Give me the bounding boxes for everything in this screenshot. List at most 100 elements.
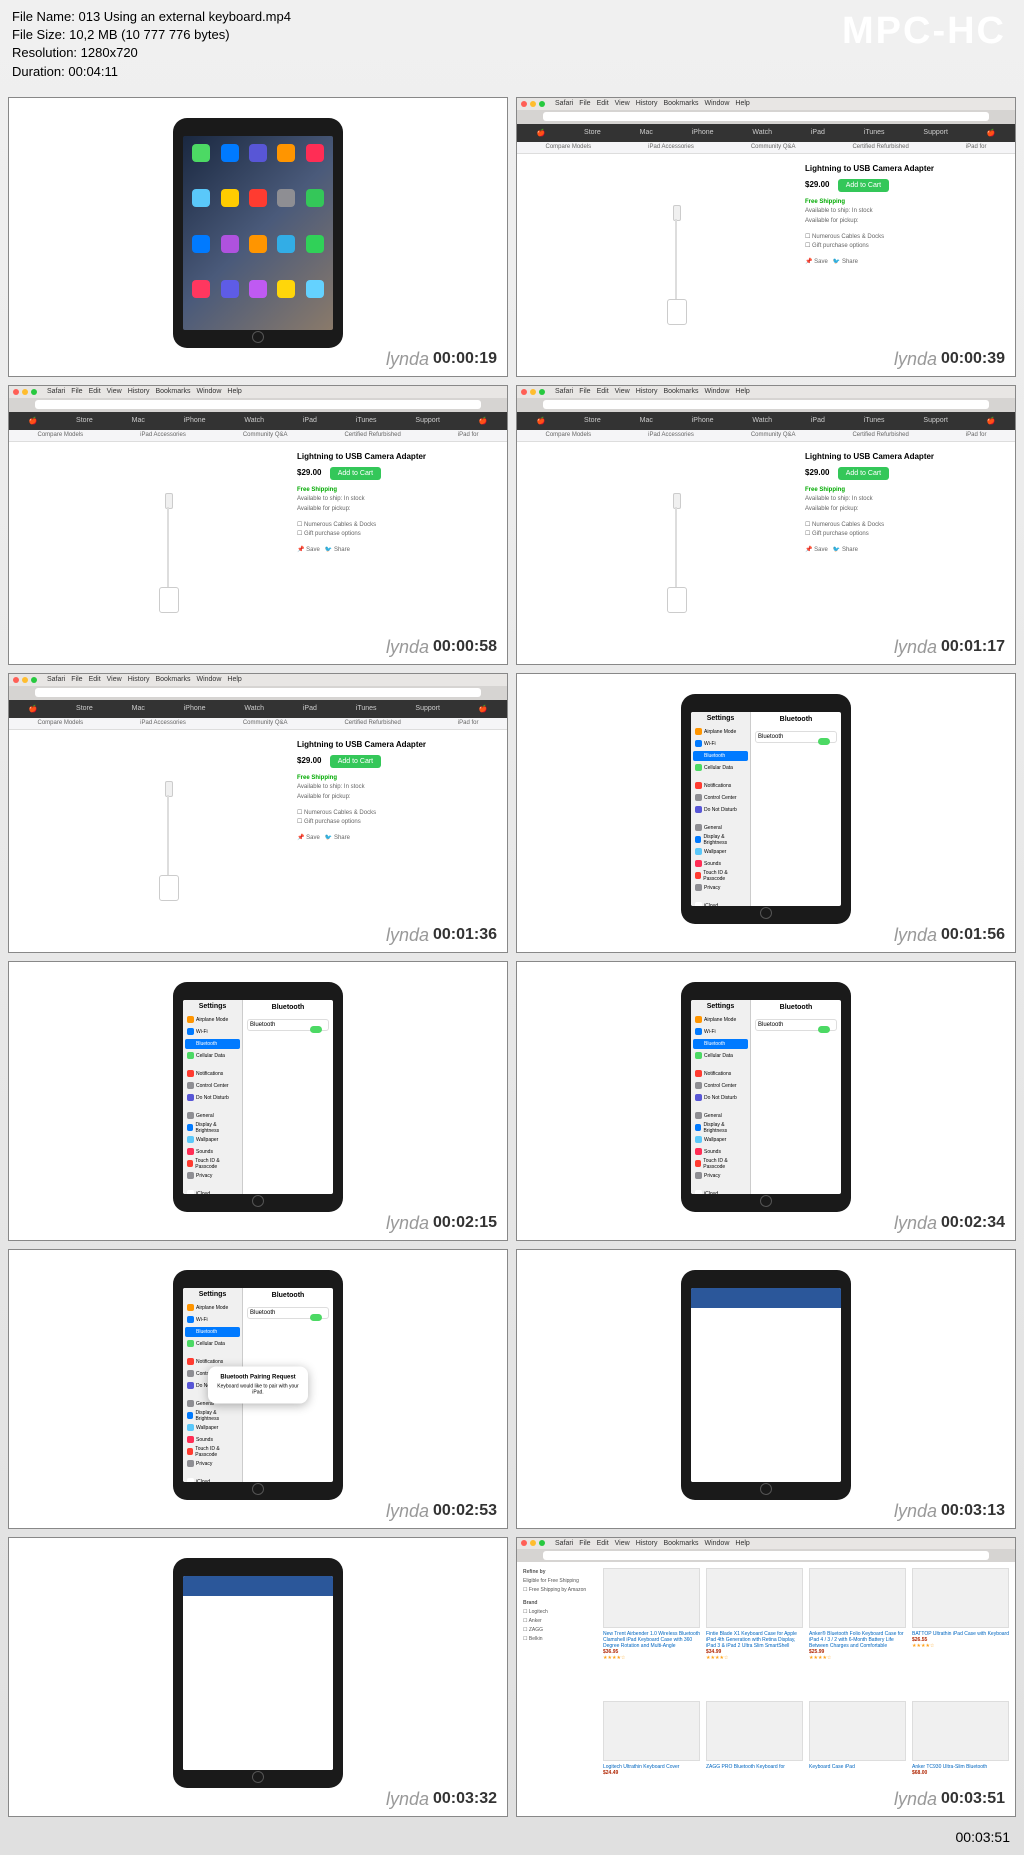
menu-item[interactable]: Bookmarks <box>663 100 698 107</box>
menu-item[interactable]: Safari <box>555 1540 573 1547</box>
nav-item[interactable]: iTunes <box>864 417 885 424</box>
nav-item[interactable]: iPad <box>811 129 825 136</box>
subnav-item[interactable]: iPad Accessories <box>140 432 186 438</box>
word-ribbon[interactable] <box>691 1288 841 1308</box>
menu-item[interactable]: Bookmarks <box>663 388 698 395</box>
settings-item[interactable]: Touch ID & Passcode <box>185 1159 240 1169</box>
settings-item[interactable]: Privacy <box>185 1459 240 1469</box>
settings-item[interactable]: Do Not Disturb <box>693 1093 748 1103</box>
nav-item[interactable]: iPad <box>811 417 825 424</box>
menu-item[interactable]: Window <box>704 1540 729 1547</box>
app-icon[interactable] <box>277 280 295 298</box>
settings-item[interactable]: Cellular Data <box>185 1339 240 1349</box>
subnav-item[interactable]: iPad for <box>458 720 479 726</box>
app-icon[interactable] <box>306 235 324 253</box>
subnav-item[interactable]: Community Q&A <box>243 432 288 438</box>
minimize-icon[interactable] <box>530 101 536 107</box>
add-to-cart-button[interactable]: Add to Cart <box>330 755 381 768</box>
menu-item[interactable]: Edit <box>89 676 101 683</box>
settings-item[interactable]: Wi-Fi <box>185 1027 240 1037</box>
add-to-cart-button[interactable]: Add to Cart <box>330 467 381 480</box>
subnav-item[interactable]: Community Q&A <box>243 720 288 726</box>
settings-item[interactable]: Airplane Mode <box>693 727 748 737</box>
settings-item[interactable]: Bluetooth <box>693 1039 748 1049</box>
nav-item[interactable]: Watch <box>244 417 264 424</box>
pairing-dialog[interactable]: Bluetooth Pairing Request Keyboard would… <box>208 1366 308 1403</box>
video-thumbnail[interactable]: SafariFileEditViewHistoryBookmarksWindow… <box>516 385 1016 665</box>
video-thumbnail[interactable]: Settings Airplane Mode Wi-Fi Bluetooth C… <box>516 961 1016 1241</box>
subnav-item[interactable]: iPad Accessories <box>648 144 694 150</box>
nav-item[interactable]: Store <box>584 417 601 424</box>
menu-item[interactable]: File <box>579 1540 590 1547</box>
video-thumbnail[interactable]: Settings Airplane Mode Wi-Fi Bluetooth C… <box>516 673 1016 953</box>
settings-item[interactable]: Wi-Fi <box>185 1315 240 1325</box>
nav-item[interactable]: Watch <box>752 417 772 424</box>
menu-item[interactable]: View <box>107 388 122 395</box>
menu-item[interactable]: History <box>636 388 658 395</box>
menu-item[interactable]: View <box>615 388 630 395</box>
product-card[interactable]: Logitech Ultrathin Keyboard Cover $24.49 <box>603 1701 700 1810</box>
menu-item[interactable]: File <box>579 100 590 107</box>
word-app[interactable] <box>183 1576 333 1770</box>
app-icon[interactable] <box>249 235 267 253</box>
menu-item[interactable]: Help <box>735 100 749 107</box>
settings-item[interactable]: Privacy <box>693 883 748 893</box>
menu-item[interactable]: Bookmarks <box>663 1540 698 1547</box>
nav-item[interactable]: 🍎 <box>536 417 545 425</box>
settings-item[interactable]: Touch ID & Passcode <box>693 871 748 881</box>
menu-item[interactable]: Window <box>704 100 729 107</box>
nav-item[interactable]: 🍎 <box>28 417 37 425</box>
settings-item[interactable]: Cellular Data <box>693 763 748 773</box>
subnav-item[interactable]: iPad Accessories <box>648 432 694 438</box>
settings-item[interactable]: Wallpaper <box>185 1423 240 1433</box>
menu-item[interactable]: Edit <box>597 388 609 395</box>
app-icon[interactable] <box>221 144 239 162</box>
close-icon[interactable] <box>13 389 19 395</box>
settings-item[interactable]: Wallpaper <box>693 847 748 857</box>
settings-item[interactable]: Wi-Fi <box>693 1027 748 1037</box>
maximize-icon[interactable] <box>31 677 37 683</box>
nav-item[interactable]: 🍎 <box>987 129 996 137</box>
subnav-item[interactable]: Compare Models <box>37 720 83 726</box>
menu-item[interactable]: Edit <box>597 100 609 107</box>
menu-item[interactable]: Safari <box>47 388 65 395</box>
settings-item[interactable]: Do Not Disturb <box>693 805 748 815</box>
bluetooth-toggle[interactable] <box>310 1314 322 1321</box>
menu-item[interactable]: Edit <box>597 1540 609 1547</box>
video-thumbnail[interactable]: SafariFileEditViewHistoryBookmarksWindow… <box>516 97 1016 377</box>
settings-item[interactable]: Wi-Fi <box>693 739 748 749</box>
subnav-item[interactable]: iPad for <box>458 432 479 438</box>
menu-item[interactable]: History <box>636 100 658 107</box>
product-card[interactable]: Fintie Blade X1 Keyboard Case for Apple … <box>706 1568 803 1695</box>
nav-item[interactable]: Store <box>76 705 93 712</box>
close-icon[interactable] <box>521 101 527 107</box>
subnav-item[interactable]: Community Q&A <box>751 144 796 150</box>
menu-item[interactable]: View <box>107 676 122 683</box>
subnav-item[interactable]: Compare Models <box>37 432 83 438</box>
settings-item[interactable]: Control Center <box>185 1081 240 1091</box>
menu-item[interactable]: Help <box>735 1540 749 1547</box>
settings-item[interactable]: iCloud <box>185 1189 240 1194</box>
app-icon[interactable] <box>249 280 267 298</box>
product-card[interactable]: Anker® Bluetooth Folio Keyboard Case for… <box>809 1568 906 1695</box>
settings-item[interactable]: Privacy <box>693 1171 748 1181</box>
nav-item[interactable]: iTunes <box>864 129 885 136</box>
settings-item[interactable]: Sounds <box>185 1435 240 1445</box>
menu-item[interactable]: Help <box>227 388 241 395</box>
app-icon[interactable] <box>277 189 295 207</box>
subnav-item[interactable]: iPad Accessories <box>140 720 186 726</box>
maximize-icon[interactable] <box>539 101 545 107</box>
video-thumbnail[interactable]: SafariFileEditViewHistoryBookmarksWindow… <box>8 673 508 953</box>
menu-item[interactable]: File <box>71 388 82 395</box>
settings-item[interactable]: Bluetooth <box>185 1039 240 1049</box>
menu-item[interactable]: View <box>615 1540 630 1547</box>
minimize-icon[interactable] <box>530 389 536 395</box>
word-ribbon[interactable] <box>183 1576 333 1596</box>
nav-item[interactable]: Store <box>76 417 93 424</box>
nav-item[interactable]: Watch <box>752 129 772 136</box>
nav-item[interactable]: Watch <box>244 705 264 712</box>
nav-item[interactable]: Mac <box>640 417 653 424</box>
subnav-item[interactable]: Certified Refurbished <box>852 432 908 438</box>
menu-item[interactable]: Window <box>196 388 221 395</box>
nav-item[interactable]: Support <box>415 417 440 424</box>
